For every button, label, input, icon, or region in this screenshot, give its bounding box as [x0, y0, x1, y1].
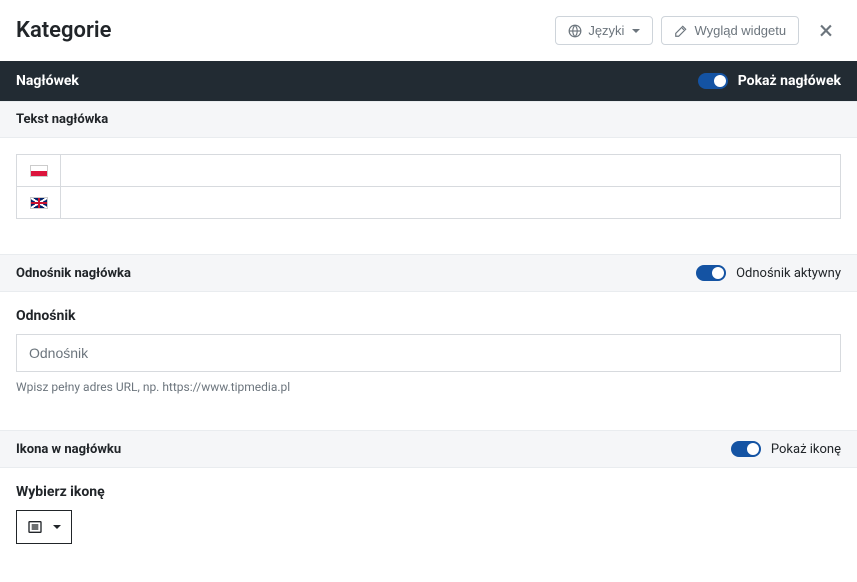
lang-row-uk [16, 186, 841, 219]
icon-picker-button[interactable] [16, 510, 72, 544]
show-header-toggle-label: Pokaż nagłówek [738, 73, 841, 89]
header-actions: Języki Wygląd widgetu × [555, 16, 841, 45]
modal-header: Kategorie Języki Wygląd widgetu × [0, 0, 857, 61]
header-link-panel: Odnośnik Wpisz pełny adres URL, np. http… [0, 292, 857, 410]
section-header-title: Nagłówek [16, 73, 79, 89]
divider [0, 234, 857, 254]
header-icon-subheader: Ikona w nagłówku Pokaż ikonę [0, 430, 857, 468]
link-field-label: Odnośnik [16, 308, 841, 324]
show-icon-toggle-label: Pokaż ikonę [771, 442, 841, 457]
flag-pl-icon [30, 165, 48, 177]
header-link-section-title: Odnośnik nagłówka [16, 266, 131, 281]
show-icon-toggle-wrap: Pokaż ikonę [731, 441, 841, 457]
header-link-subheader: Odnośnik nagłówka Odnośnik aktywny [0, 254, 857, 292]
languages-button[interactable]: Języki [555, 16, 653, 45]
show-header-toggle[interactable] [698, 73, 728, 89]
divider [0, 410, 857, 430]
wand-icon [674, 24, 688, 38]
show-header-toggle-wrap: Pokaż nagłówek [698, 73, 841, 89]
section-header-bar: Nagłówek Pokaż nagłówek [0, 61, 857, 101]
globe-icon [568, 24, 582, 38]
header-text-input-pl[interactable] [60, 154, 841, 187]
header-text-subheader: Tekst nagłówka [0, 101, 857, 138]
link-active-toggle-wrap: Odnośnik aktywny [696, 265, 841, 281]
header-text-panel [0, 138, 857, 234]
flag-uk-icon [30, 197, 48, 209]
widget-look-button[interactable]: Wygląd widgetu [661, 16, 799, 45]
link-active-toggle[interactable] [696, 265, 726, 281]
header-icon-panel: Wybierz ikonę [0, 468, 857, 560]
choose-icon-label: Wybierz ikonę [16, 484, 841, 500]
header-text-label: Tekst nagłówka [16, 112, 108, 127]
widget-look-button-label: Wygląd widgetu [694, 23, 786, 38]
flag-cell-uk [16, 186, 60, 219]
header-icon-section-title: Ikona w nagłówku [16, 442, 121, 457]
show-icon-toggle[interactable] [731, 441, 761, 457]
header-text-input-uk[interactable] [60, 186, 841, 219]
lang-row-pl [16, 154, 841, 187]
link-help-text: Wpisz pełny adres URL, np. https://www.t… [16, 380, 841, 394]
chevron-down-icon [53, 525, 61, 529]
chevron-down-icon [632, 29, 640, 33]
list-icon [27, 519, 43, 535]
page-title: Kategorie [16, 18, 111, 43]
close-icon[interactable]: × [807, 18, 841, 44]
link-input[interactable] [16, 334, 841, 372]
flag-cell-pl [16, 154, 60, 187]
languages-button-label: Języki [588, 23, 624, 38]
link-active-toggle-label: Odnośnik aktywny [736, 266, 841, 281]
